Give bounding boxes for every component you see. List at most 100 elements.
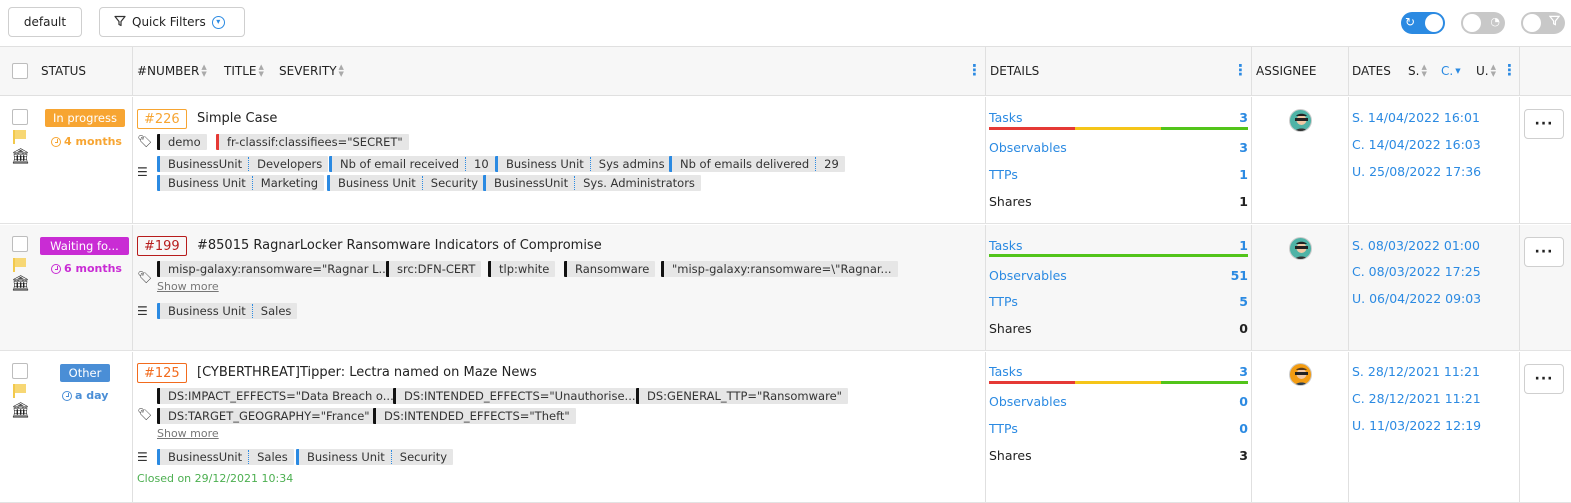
ttps-label: TTPs bbox=[989, 294, 1018, 309]
tasks-link[interactable]: Tasks bbox=[989, 110, 1023, 125]
flag-icon[interactable] bbox=[13, 130, 26, 144]
ttps-link[interactable]: TTPs bbox=[989, 421, 1018, 436]
chevron-down-icon: ▾ bbox=[211, 15, 225, 29]
tasks-link[interactable]: Tasks bbox=[989, 238, 1023, 253]
ttps-label: TTPs bbox=[989, 167, 1018, 182]
assignee-avatar[interactable] bbox=[1289, 363, 1312, 386]
tag-chip[interactable]: Ransomware bbox=[564, 261, 656, 277]
updated-date-label: U. 06/04/2022 09:03 bbox=[1352, 291, 1482, 306]
tag-chip[interactable]: misp-galaxy:ransomware="Ragnar L... bbox=[157, 261, 396, 277]
more-horizontal-icon: ··· bbox=[1534, 371, 1554, 387]
quick-filters-button[interactable]: Quick Filters ▾ bbox=[99, 7, 245, 37]
clock-icon bbox=[51, 263, 61, 274]
custom-field-chip[interactable]: BusinessUnit Sales bbox=[157, 449, 294, 465]
sort-updated-date[interactable]: U. ▲ ▼ bbox=[1476, 64, 1496, 79]
table-row[interactable]: 🏛 Other a day #125 [CYBERTHREAT]Tipper: … bbox=[0, 352, 1571, 503]
ttps-link[interactable]: TTPs bbox=[989, 294, 1018, 309]
observables-value: 0 bbox=[1239, 394, 1248, 409]
column-menu-icon[interactable]: ⋮ bbox=[1233, 63, 1248, 78]
column-number[interactable]: #NUMBER ▲ ▼ bbox=[137, 64, 207, 79]
tag-chip[interactable]: tlp:white bbox=[488, 261, 556, 277]
toggle-knob bbox=[1523, 14, 1541, 32]
column-severity[interactable]: SEVERITY ▲ ▼ bbox=[279, 64, 344, 79]
custom-field-chip[interactable]: BusinessUnit Sys. Administrators bbox=[483, 175, 701, 191]
column-divider bbox=[1251, 352, 1252, 502]
observables-link[interactable]: Observables bbox=[989, 268, 1067, 283]
tag-chip[interactable]: "misp-galaxy:ransomware=\"Ragnar... bbox=[661, 261, 898, 277]
column-menu-icon[interactable]: ⋮ bbox=[967, 63, 982, 78]
tasks-value: 3 bbox=[1239, 364, 1248, 379]
field-value: 29 bbox=[815, 157, 845, 171]
case-title[interactable]: #85015 RagnarLocker Ransomware Indicator… bbox=[197, 238, 602, 253]
row-actions-button[interactable]: ··· bbox=[1524, 109, 1564, 139]
custom-field-chip[interactable]: Business Unit Sales bbox=[157, 303, 298, 319]
tag-chip[interactable]: DS:INTENDED_EFFECTS="Unauthorise... bbox=[393, 388, 642, 404]
tasks-link[interactable]: Tasks bbox=[989, 364, 1023, 379]
field-name: Business Unit bbox=[506, 157, 584, 171]
custom-field-chip[interactable]: Business Unit Sys admins bbox=[495, 156, 671, 172]
default-filter-button[interactable]: default bbox=[8, 7, 82, 37]
custom-field-chip[interactable]: Nb of email received 10 bbox=[329, 156, 495, 172]
shares-text: Shares bbox=[989, 194, 1032, 209]
tag-chip[interactable]: src:DFN-CERT bbox=[386, 261, 482, 277]
custom-fields-icon: ☰ bbox=[137, 165, 148, 179]
tag-chip[interactable]: demo bbox=[157, 134, 207, 150]
flag-icon[interactable] bbox=[13, 384, 26, 398]
sort-icon: ▲ ▼ bbox=[1421, 63, 1426, 78]
observables-link[interactable]: Observables bbox=[989, 394, 1067, 409]
toggle-knob bbox=[1425, 14, 1443, 32]
shares-label: Shares bbox=[989, 448, 1032, 463]
row-actions-button[interactable]: ··· bbox=[1524, 237, 1564, 267]
observables-link[interactable]: Observables bbox=[989, 140, 1067, 155]
custom-field-chip[interactable]: Business Unit Security bbox=[327, 175, 485, 191]
sort-created-date[interactable]: C. ▼ bbox=[1441, 64, 1461, 78]
table-header: STATUS #NUMBER ▲ ▼ TITLE ▲ ▼ SEVERITY ▲ ▼ ⋮ DE… bbox=[0, 47, 1571, 96]
shares-text: Shares bbox=[989, 448, 1032, 463]
tag-chip[interactable]: DS:TARGET_GEOGRAPHY="France" bbox=[157, 408, 376, 424]
column-menu-icon[interactable]: ⋮ bbox=[1502, 63, 1517, 78]
row-checkbox[interactable] bbox=[12, 363, 28, 379]
row-checkbox[interactable] bbox=[12, 236, 28, 252]
row-checkbox[interactable] bbox=[12, 109, 28, 125]
table-row[interactable]: 🏛 Waiting fo... 6 months #199 #85015 Rag… bbox=[0, 225, 1571, 351]
tag-chip[interactable]: DS:GENERAL_TTP="Ransomware" bbox=[636, 388, 848, 404]
flag-icon[interactable] bbox=[13, 258, 26, 272]
field-name: BusinessUnit bbox=[494, 176, 569, 190]
assignee-avatar[interactable] bbox=[1289, 237, 1312, 260]
tag-chip[interactable]: DS:INTENDED_EFFECTS="Theft" bbox=[373, 408, 576, 424]
column-divider bbox=[985, 97, 986, 223]
status-label: In progress bbox=[53, 111, 117, 125]
custom-fields-icon: ☰ bbox=[137, 304, 148, 318]
show-more-link[interactable]: Show more bbox=[157, 280, 219, 293]
filter-panel-toggle[interactable] bbox=[1521, 12, 1565, 34]
row-actions-button[interactable]: ··· bbox=[1524, 364, 1564, 394]
show-more-link[interactable]: Show more bbox=[157, 427, 219, 440]
select-all-checkbox[interactable] bbox=[12, 63, 28, 79]
table-row[interactable]: 🏛 In progress 4 months #226 Simple Case … bbox=[0, 97, 1571, 224]
case-number[interactable]: #199 bbox=[137, 236, 187, 256]
case-title[interactable]: [CYBERTHREAT]Tipper: Lectra named on Maz… bbox=[197, 365, 537, 380]
custom-field-chip[interactable]: Business Unit Security bbox=[296, 449, 454, 465]
ttps-count: 0 bbox=[1239, 421, 1248, 436]
sort-start-date[interactable]: S. ▲ ▼ bbox=[1408, 63, 1427, 79]
case-number[interactable]: #226 bbox=[137, 109, 187, 129]
assignee-avatar[interactable] bbox=[1289, 109, 1312, 132]
sort-created-label: C. bbox=[1441, 64, 1454, 78]
auto-refresh-toggle[interactable]: ↻ bbox=[1401, 12, 1445, 34]
tag-chip[interactable]: DS:IMPACT_EFFECTS="Data Breach o... bbox=[157, 388, 400, 404]
field-name: BusinessUnit bbox=[168, 450, 243, 464]
case-number[interactable]: #125 bbox=[137, 363, 187, 383]
custom-field-chip[interactable]: Business Unit Marketing bbox=[157, 175, 325, 191]
case-title[interactable]: Simple Case bbox=[197, 111, 277, 126]
status-badge: In progress bbox=[45, 109, 125, 127]
column-title[interactable]: TITLE ▲ ▼ bbox=[224, 64, 264, 79]
column-divider bbox=[1348, 47, 1349, 96]
pie-chart-icon: ◔ bbox=[1490, 15, 1500, 28]
tag-chip[interactable]: fr-classif:classifiees="SECRET" bbox=[216, 134, 409, 150]
custom-field-chip[interactable]: BusinessUnit Developers bbox=[157, 156, 329, 172]
filter-icon bbox=[114, 15, 126, 30]
ttps-link[interactable]: TTPs bbox=[989, 167, 1018, 182]
custom-field-chip[interactable]: Nb of emails delivered 29 bbox=[669, 156, 845, 172]
stats-toggle[interactable]: ◔ bbox=[1461, 12, 1505, 34]
bank-icon: 🏛 bbox=[11, 274, 31, 292]
